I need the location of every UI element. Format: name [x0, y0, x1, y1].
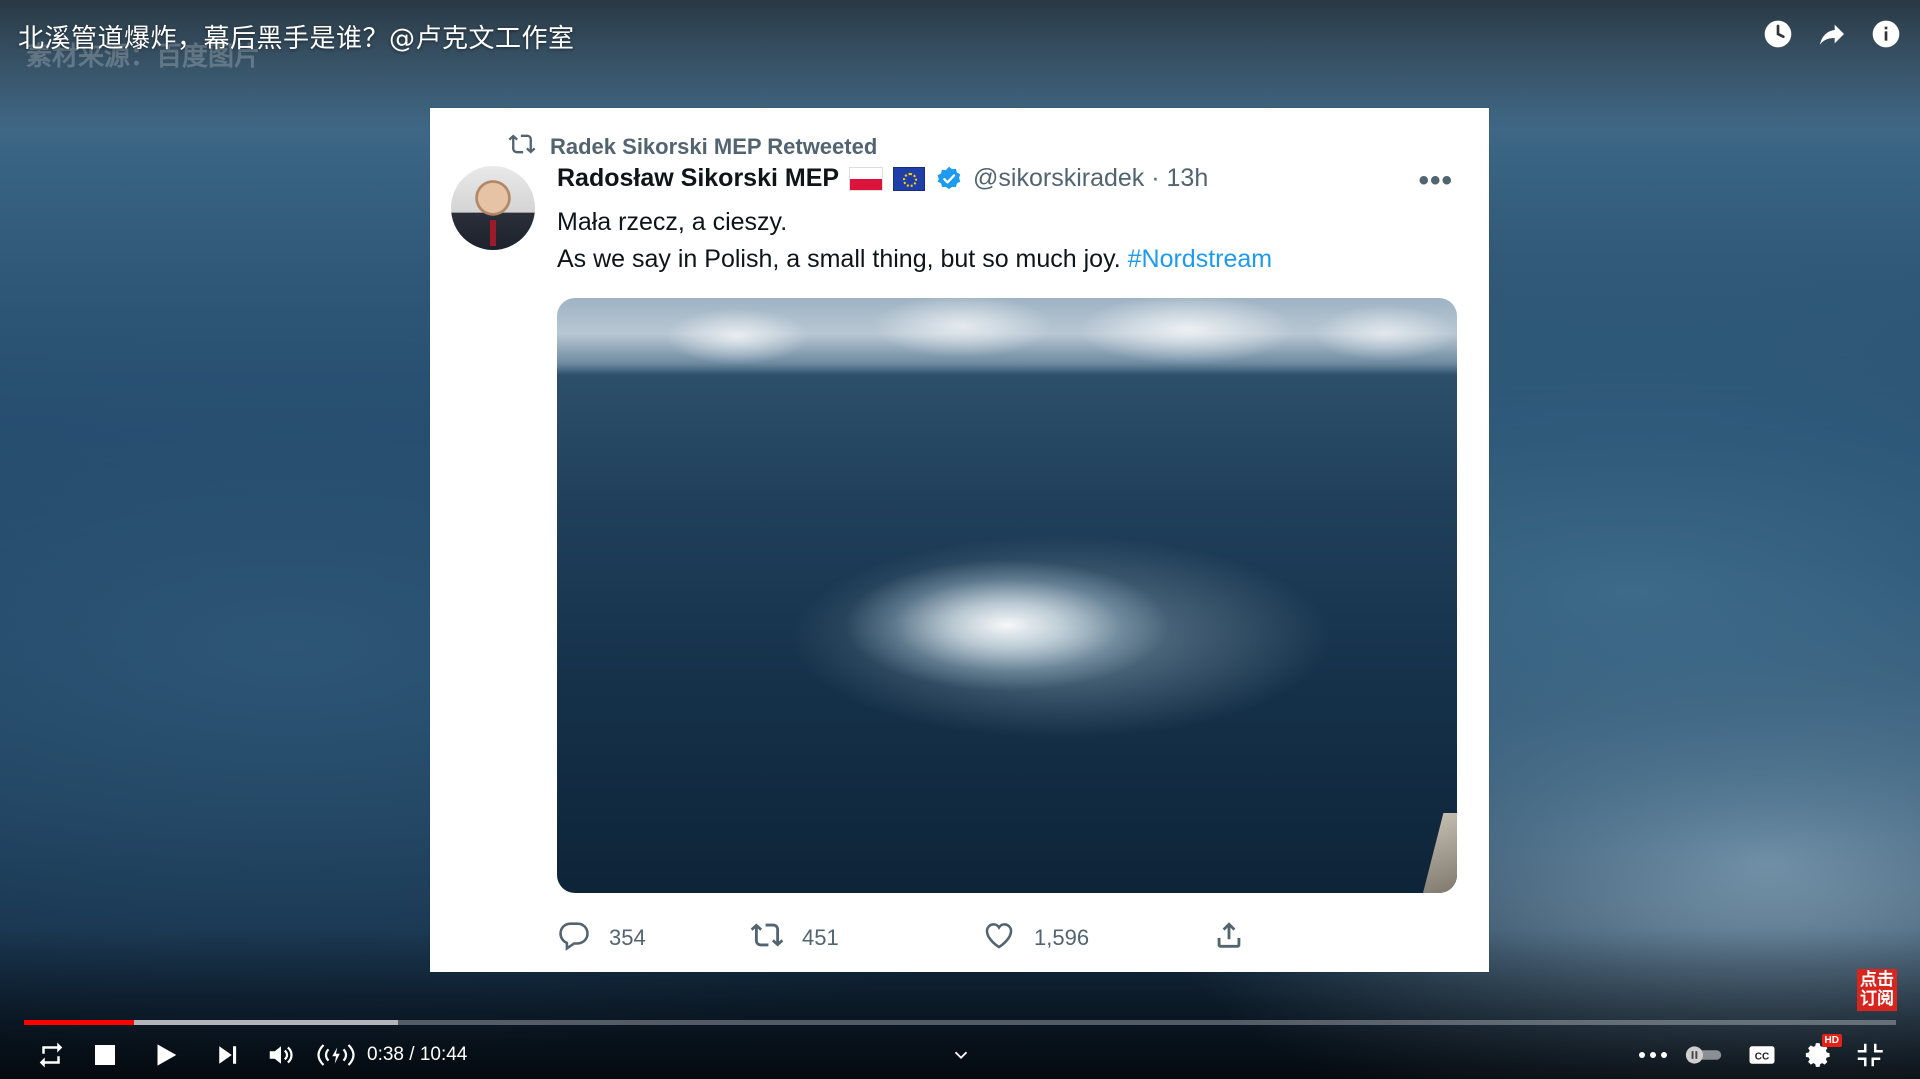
display-name[interactable]: Radosław Sikorski MEP [557, 164, 839, 193]
tweet-photo-sea-gas-leak[interactable] [557, 298, 1457, 893]
svg-text:CC: CC [1755, 1051, 1769, 1062]
hd-badge: HD [1821, 1034, 1842, 1047]
poland-flag-icon [849, 166, 884, 191]
photo-aircraft-wing [1423, 813, 1457, 893]
retweet-icon [508, 130, 536, 164]
reply-count: 354 [609, 925, 646, 950]
heart-icon [982, 918, 1016, 958]
photo-clouds [557, 298, 1457, 368]
time-display: 0:38 / 10:44 [367, 1044, 468, 1065]
info-icon[interactable] [1870, 18, 1902, 50]
top-right-controls [1762, 18, 1902, 50]
upload-share-icon [1212, 918, 1246, 958]
tweet-author-row: Radosław Sikorski MEP @sikorskiradek · 1… [557, 164, 1208, 193]
tweet-actions: 354 451 1,596 [557, 918, 1457, 958]
player-controls: 0:38 / 10:44 CC HD [0, 1030, 1920, 1079]
loop-icon[interactable] [36, 1038, 66, 1072]
progress-played [24, 1020, 135, 1025]
eu-flag-icon [893, 166, 926, 191]
tweet-card: Radek Sikorski MEP Retweeted Radosław Si… [430, 108, 1489, 972]
next-icon[interactable] [213, 1038, 243, 1072]
tweet-text-line-2: As we say in Polish, a small thing, but … [557, 241, 1437, 278]
watch-later-icon[interactable] [1762, 18, 1794, 50]
more-icon[interactable] [1636, 1038, 1670, 1072]
like-count: 1,596 [1034, 925, 1090, 950]
retweet-count: 451 [802, 925, 839, 950]
hashtag-link[interactable]: #Nordstream [1128, 245, 1273, 273]
stop-icon[interactable] [90, 1038, 120, 1072]
reply-icon [557, 918, 591, 958]
share-tweet-action[interactable] [1212, 918, 1246, 958]
tweet-text: Mała rzecz, a cieszy. As we say in Polis… [557, 204, 1437, 278]
subscribe-watermark-button[interactable]: 点击订阅 [1857, 969, 1897, 1011]
tweet-text-body: As we say in Polish, a small thing, but … [557, 245, 1121, 273]
play-icon[interactable] [150, 1038, 180, 1072]
volume-icon[interactable] [266, 1038, 296, 1072]
captions-icon[interactable]: CC [1745, 1038, 1779, 1072]
chevron-down-icon[interactable] [950, 1038, 972, 1072]
avatar[interactable] [451, 166, 535, 250]
reply-action[interactable]: 354 [557, 918, 646, 958]
like-action[interactable]: 1,596 [982, 918, 1089, 958]
retweet-indicator: Radek Sikorski MEP Retweeted [508, 130, 877, 164]
retweet-action[interactable]: 451 [750, 918, 839, 958]
video-title[interactable]: 北溪管道爆炸，幕后黑手是谁？@卢克文工作室 [18, 18, 575, 55]
more-options-icon[interactable]: ••• [1418, 164, 1453, 198]
verified-badge-icon [935, 165, 963, 193]
cast-stream-icon[interactable] [316, 1038, 356, 1072]
share-icon[interactable] [1816, 18, 1848, 50]
settings-gear-icon[interactable]: HD [1802, 1034, 1842, 1072]
autoplay-toggle[interactable] [1682, 1038, 1726, 1072]
exit-fullscreen-icon[interactable] [1852, 1038, 1886, 1072]
progress-bar[interactable] [24, 1020, 1896, 1025]
tweet-text-line-1: Mała rzecz, a cieszy. [557, 208, 788, 236]
retweet-button-icon [750, 918, 784, 958]
handle-and-time[interactable]: @sikorskiradek · 13h [973, 164, 1208, 193]
retweeted-by-label[interactable]: Radek Sikorski MEP Retweeted [550, 134, 877, 160]
